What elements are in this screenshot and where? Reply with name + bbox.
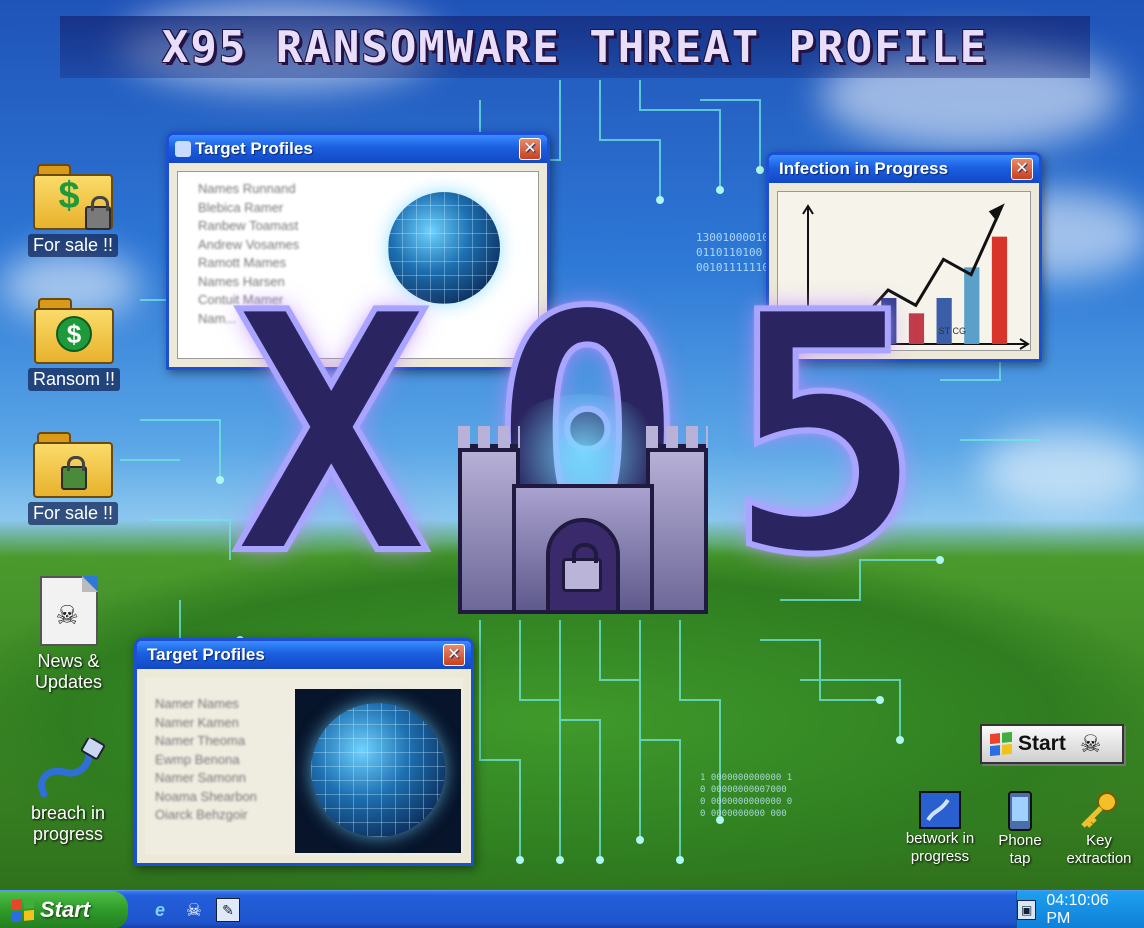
close-button[interactable]: ✕ bbox=[1011, 158, 1033, 180]
target-name-list: Namer Names Namer Kamen Namer Theoma Ewm… bbox=[155, 695, 257, 825]
app-icon-betwork-in-progress[interactable]: betwork in progress bbox=[900, 790, 980, 866]
chart-trend-arrow bbox=[988, 203, 1005, 222]
cable-window-icon bbox=[919, 791, 961, 829]
close-button[interactable]: ✕ bbox=[519, 138, 541, 160]
internet-explorer-icon[interactable]: e bbox=[148, 898, 172, 922]
padlock-icon bbox=[562, 543, 602, 592]
network-status-icon[interactable]: ▣ bbox=[1017, 900, 1037, 920]
list-item: Namer Kamen bbox=[155, 714, 239, 730]
window-title: Target Profiles bbox=[147, 645, 265, 664]
desktop-icon-news-updates[interactable]: ☠ News & Updates bbox=[30, 576, 107, 694]
close-button[interactable]: ✕ bbox=[443, 644, 465, 666]
start-button-label: Start bbox=[40, 897, 91, 922]
start-desktop-label: Start bbox=[1018, 732, 1066, 755]
list-item: Namer Names bbox=[155, 696, 239, 711]
window-content: Namer Names Namer Kamen Namer Theoma Ewm… bbox=[145, 677, 463, 855]
list-item: Namer Theoma bbox=[155, 733, 246, 748]
windows-logo-icon bbox=[990, 731, 1012, 757]
clock: 04:10:06 PM bbox=[1046, 892, 1109, 927]
quick-launch: e ☠ ✎ bbox=[148, 898, 240, 922]
skull-document-icon: ☠ bbox=[39, 576, 98, 646]
window-titlebar[interactable]: Infection in Progress ✕ bbox=[769, 155, 1039, 183]
chart-bar bbox=[964, 267, 980, 344]
windows-logo-icon bbox=[12, 897, 34, 923]
window-titlebar[interactable]: Target Profiles ✕ bbox=[169, 135, 547, 163]
globe-icon bbox=[311, 703, 445, 837]
globe-panel bbox=[295, 689, 461, 853]
window-title: Target Profiles bbox=[195, 139, 313, 158]
network-cable-icon bbox=[38, 738, 106, 798]
x95-logo: X 0 5 bbox=[229, 267, 944, 616]
app-icon-phone-tap[interactable]: Phone tap bbox=[990, 790, 1050, 868]
pencil-window-icon[interactable]: ✎ bbox=[216, 898, 240, 922]
chart-bar bbox=[991, 236, 1008, 344]
list-item: Noama Shearbon bbox=[155, 788, 257, 804]
list-item: Ranbew Toamast bbox=[198, 218, 299, 233]
desktop-icon-breach-in-progress[interactable]: breach in progress bbox=[26, 738, 110, 846]
logo-letter-x: X bbox=[229, 243, 434, 627]
window-app-icon bbox=[175, 141, 191, 157]
desktop-icon-label: For sale !! bbox=[28, 234, 119, 257]
window-title: Infection in Progress bbox=[779, 159, 949, 178]
skull-icon[interactable]: ☠ bbox=[182, 898, 206, 922]
window-titlebar[interactable]: Target Profiles ✕ bbox=[137, 641, 471, 669]
logo-letter-five: 5 bbox=[723, 243, 928, 627]
list-item: Names Runnand bbox=[198, 181, 296, 196]
list-item: Ewmp Benona bbox=[155, 751, 240, 767]
list-item: Blebica Ramer bbox=[198, 199, 284, 215]
skull-icon: ☠ bbox=[1079, 730, 1102, 758]
phone-icon bbox=[1008, 791, 1032, 831]
binary-text-bottom: 1 0000000000000 1 0 00000000007000 0 000… bbox=[700, 773, 793, 819]
start-button[interactable]: Start bbox=[0, 891, 128, 928]
desktop-icon-label: For sale !! bbox=[28, 502, 119, 525]
castle-icon bbox=[458, 394, 708, 614]
money-bag-folder-icon: $ bbox=[34, 298, 115, 364]
title-banner: X95 RANSOMWARE THREAT PROFILE bbox=[60, 16, 1090, 78]
desktop-icon-ransom[interactable]: $ Ransom !! bbox=[28, 298, 121, 391]
list-item: Oiarck Behzgoir bbox=[155, 807, 248, 822]
taskbar: Start e ☠ ✎ ▣ 04:10:06 PM bbox=[0, 890, 1144, 928]
list-item: Namer Samonn bbox=[155, 770, 247, 785]
start-desktop-button[interactable]: Start ☠ bbox=[980, 724, 1124, 764]
desktop-icon-for-sale-2[interactable]: For sale !! bbox=[28, 432, 119, 525]
page-title: X95 RANSOMWARE THREAT PROFILE bbox=[161, 21, 989, 73]
broken-folder-unlock-icon bbox=[33, 432, 114, 498]
desktop-icon-label: Ransom !! bbox=[28, 368, 121, 391]
key-icon bbox=[1081, 792, 1117, 828]
app-icon-key-extraction[interactable]: Key extraction bbox=[1060, 790, 1138, 868]
system-tray: ▣ 04:10:06 PM bbox=[1016, 891, 1144, 928]
desktop-icon-label: News & Updates bbox=[35, 651, 103, 692]
target-profiles-window-bottom[interactable]: Target Profiles ✕ Namer Names Namer Kame… bbox=[134, 638, 474, 866]
desktop-icon-for-sale-1[interactable]: $ For sale !! bbox=[28, 164, 119, 257]
desktop-icon-label: breach in progress bbox=[31, 803, 106, 844]
dollar-folder-lock-icon: $ bbox=[33, 164, 114, 230]
